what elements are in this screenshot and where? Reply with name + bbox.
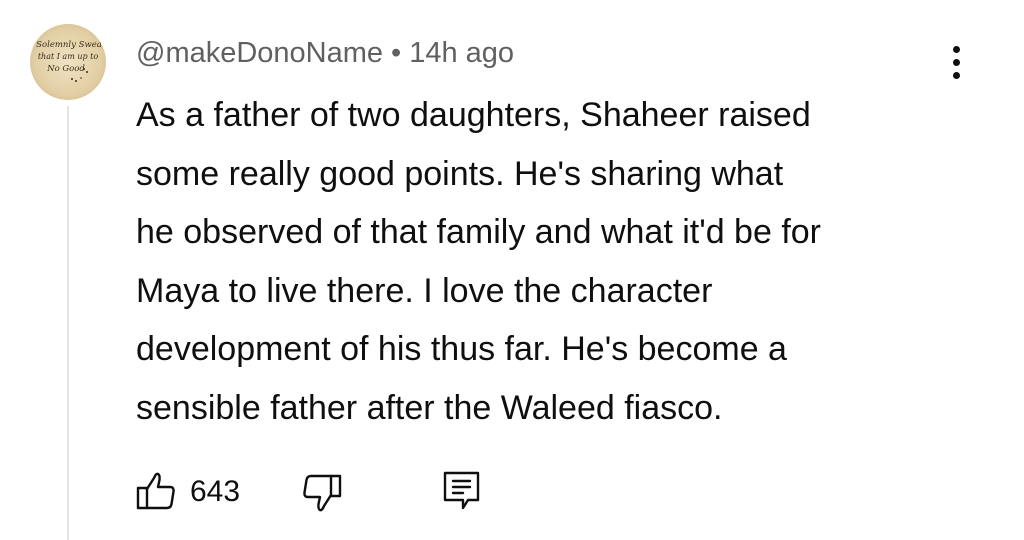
reply-button[interactable]: [440, 462, 484, 527]
thumbs-up-icon: [136, 472, 175, 510]
comment-text: As a father of two daughters, Shaheer ra…: [136, 86, 966, 437]
avatar-image: I Solemnly Swear that I am up to No Good: [30, 40, 106, 82]
comment-header: @makeDonoName • 14h ago: [136, 33, 514, 73]
svg-text:that I am up to: that I am up to: [38, 52, 99, 61]
comment-actions: 643: [134, 462, 534, 522]
more-vertical-icon-dot: [952, 58, 960, 66]
svg-text:No Good: No Good: [46, 64, 85, 74]
comment-card: I Solemnly Swear that I am up to No Good…: [0, 0, 1024, 540]
thread-line: [67, 106, 69, 540]
comment-reply-icon: [443, 471, 480, 510]
like-count: 643: [190, 475, 241, 508]
comment-text-line: sensible father after the Waleed fiasco.: [136, 388, 723, 427]
meta-separator: •: [391, 37, 402, 69]
like-button[interactable]: 643: [134, 462, 240, 522]
comment-text-line: he observed of that family and what it'd…: [136, 213, 821, 251]
author-name[interactable]: @makeDonoName: [136, 37, 383, 69]
comment-text-line: some really good points. He's sharing wh…: [136, 154, 784, 193]
more-vertical-icon-dot: [952, 71, 960, 79]
comment-text-line: As a father of two daughters, Shaheer ra…: [136, 96, 811, 134]
comment-text-line: Maya to live there. I love the character: [136, 271, 713, 310]
svg-text:I Solemnly Swear: I Solemnly Swear: [30, 40, 106, 50]
more-vertical-icon: [952, 45, 960, 53]
more-options-button[interactable]: [936, 38, 976, 86]
comment-text-line: development of his thus far. He's become…: [136, 330, 787, 368]
comment-timestamp[interactable]: 14h ago: [409, 37, 514, 69]
thumbs-down-icon: [303, 474, 342, 512]
avatar[interactable]: I Solemnly Swear that I am up to No Good: [30, 24, 106, 100]
dislike-button[interactable]: [294, 462, 344, 527]
